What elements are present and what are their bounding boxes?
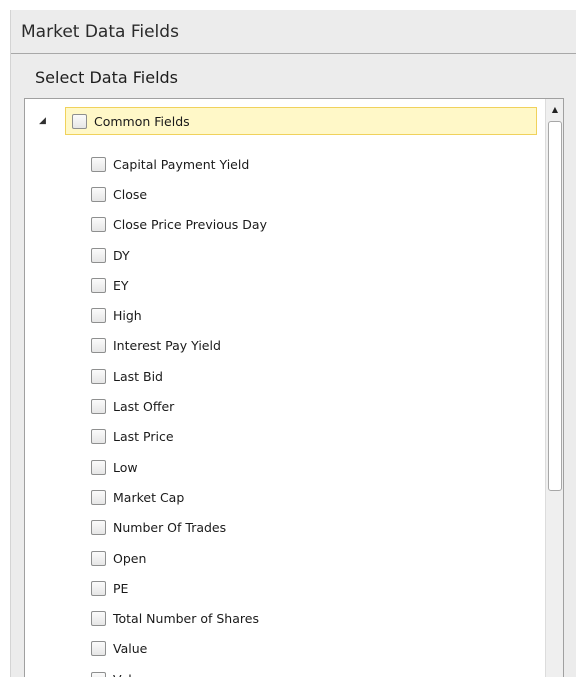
section-label: Select Data Fields [35, 68, 178, 87]
checkbox[interactable] [91, 550, 106, 566]
tree-item-label: Last Offer [113, 399, 175, 415]
tree-item-label: Close Price Previous Day [113, 217, 267, 233]
tree-root-node: ◢ Common Fields [39, 107, 537, 135]
tree-item[interactable]: Value [91, 634, 267, 664]
tree-item[interactable]: Volume [91, 664, 267, 677]
scroll-up-arrow-icon[interactable]: ▲ [547, 100, 563, 118]
tree-item-label: DY [113, 247, 130, 263]
market-data-fields-panel: Market Data Fields Select Data Fields ◢ … [10, 10, 576, 677]
checkbox[interactable] [91, 217, 106, 233]
tree-item-label: Last Bid [113, 368, 163, 384]
tree-children: Capital Payment Yield Close Close Price Pr… [91, 149, 267, 677]
expand-collapse-icon[interactable]: ◢ [39, 116, 53, 126]
checkbox[interactable] [91, 247, 106, 263]
tree-item-label: Last Price [113, 429, 174, 445]
checkbox[interactable] [91, 641, 106, 657]
checkbox[interactable] [91, 399, 106, 415]
tree-item[interactable]: DY [91, 240, 267, 270]
data-fields-tree: ◢ Common Fields Capital Payment Yield Clo… [24, 98, 564, 677]
tree-item[interactable]: High [91, 300, 267, 330]
checkbox[interactable] [72, 113, 87, 129]
tree-item[interactable]: Last Offer [91, 391, 267, 421]
tree-item-label: Open [113, 550, 147, 566]
tree-item[interactable]: Capital Payment Yield [91, 149, 267, 179]
tree-item-label: Capital Payment Yield [113, 156, 250, 172]
scroll-thumb[interactable] [548, 121, 562, 491]
checkbox[interactable] [91, 186, 106, 202]
panel-title: Market Data Fields [11, 10, 576, 54]
tree-item-label: Common Fields [94, 113, 190, 129]
checkbox[interactable] [91, 580, 106, 596]
tree-item[interactable]: Total Number of Shares [91, 603, 267, 633]
tree-item[interactable]: Close Price Previous Day [91, 210, 267, 240]
tree-item-label: Number Of Trades [113, 520, 227, 536]
tree-item[interactable]: Close [91, 179, 267, 209]
tree-item-label: EY [113, 277, 129, 293]
tree-item-label: Total Number of Shares [113, 611, 259, 627]
tree-item-common-fields[interactable]: Common Fields [65, 107, 537, 135]
tree-item-label: Close [113, 186, 148, 202]
checkbox[interactable] [91, 459, 106, 475]
checkbox[interactable] [91, 429, 106, 445]
checkbox[interactable] [91, 308, 106, 324]
checkbox[interactable] [91, 520, 106, 536]
tree-item-label: High [113, 308, 142, 324]
checkbox[interactable] [91, 277, 106, 293]
checkbox[interactable] [91, 338, 106, 354]
checkbox[interactable] [91, 156, 106, 172]
tree-item-label: Market Cap [113, 489, 185, 505]
tree-item[interactable]: PE [91, 573, 267, 603]
tree-item[interactable]: EY [91, 270, 267, 300]
tree-item-label: Volume [113, 672, 160, 677]
checkbox[interactable] [91, 611, 106, 627]
tree-item-label: Interest Pay Yield [113, 338, 221, 354]
tree-item-label: PE [113, 580, 129, 596]
checkbox[interactable] [91, 368, 106, 384]
tree-item[interactable]: Market Cap [91, 482, 267, 512]
tree-item[interactable]: Number Of Trades [91, 513, 267, 543]
tree-item[interactable]: Last Price [91, 422, 267, 452]
checkbox[interactable] [91, 671, 106, 677]
tree-item[interactable]: Last Bid [91, 361, 267, 391]
vertical-scrollbar[interactable]: ▲ [545, 99, 563, 677]
checkbox[interactable] [91, 489, 106, 505]
tree-item-label: Low [113, 459, 138, 475]
tree-item[interactable]: Low [91, 452, 267, 482]
tree-item[interactable]: Interest Pay Yield [91, 331, 267, 361]
tree-item-label: Value [113, 641, 148, 657]
tree-item[interactable]: Open [91, 543, 267, 573]
